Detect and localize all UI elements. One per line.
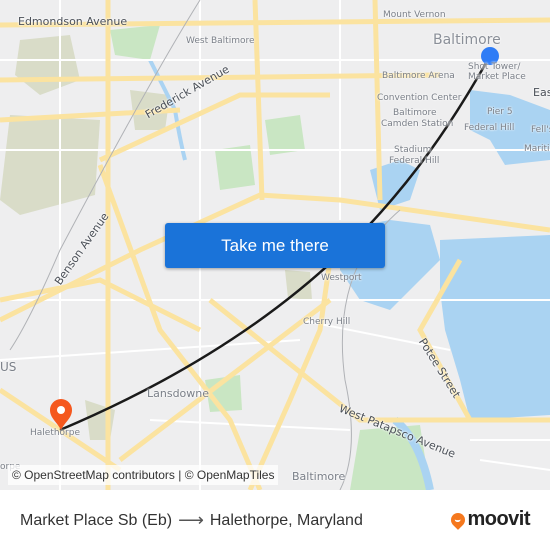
label-baltimore: Baltimore [433,32,501,48]
label-convention-center: Convention Center [377,93,462,103]
label-cherry-hill: Cherry Hill [303,317,351,327]
moovit-logo[interactable]: moovit [448,508,530,531]
label-lansdowne: Lansdowne [147,387,210,400]
label-halethorpe: Halethorpe [30,428,81,438]
footer: Market Place Sb (Eb) ⟶ Halethorpe, Maryl… [0,490,550,550]
label-shot-tower: Shot Tower/ [468,62,521,72]
moovit-pin-icon [448,509,469,530]
map-view[interactable]: Edmondson Avenue West Baltimore Mount Ve… [0,0,550,490]
label-westport: Westport [321,273,362,283]
label-mount-vernon: Mount Vernon [383,10,446,20]
route-summary: Market Place Sb (Eb) ⟶ Halethorpe, Maryl… [20,510,363,531]
origin-name: Market Place Sb (Eb) [20,511,173,529]
label-fells-point: Fell's [531,125,550,135]
label-edmondson-avenue: Edmondson Avenue [18,15,128,28]
destination-name: Halethorpe, Maryland [209,511,363,529]
label-federal-hill: Federal Hill [464,123,515,133]
label-east: East [533,86,550,99]
label-maritime: Maritim [524,144,550,154]
label-camden-station: Camden Station [381,119,454,129]
label-west-baltimore: West Baltimore [186,36,255,46]
take-me-there-button[interactable]: Take me there [165,223,385,268]
label-stadium-federal-hill: Federal Hill [389,156,440,166]
label-market-place: Market Place [468,72,526,82]
moovit-wordmark: moovit [467,508,530,530]
label-us: US [0,360,17,374]
label-camden-1: Baltimore [393,108,437,118]
map-attribution[interactable]: © OpenStreetMap contributors | © OpenMap… [8,465,279,485]
label-baltimore-highlands: Baltimore [292,470,346,483]
arrow-right-icon: ⟶ [178,510,204,530]
label-baltimore-arena: Baltimore Arena [382,71,455,81]
label-pier-5: Pier 5 [487,107,513,117]
label-stadium: Stadium [394,145,432,155]
